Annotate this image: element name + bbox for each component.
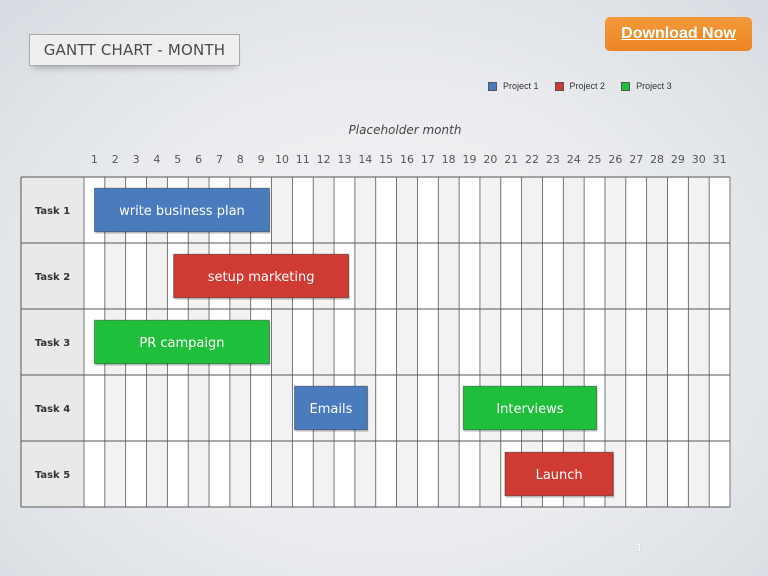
day-tick-label: 18	[442, 153, 456, 166]
day-tick-label: 15	[379, 153, 393, 166]
day-column	[688, 177, 710, 507]
day-tick-label: 10	[275, 153, 289, 166]
day-column	[292, 177, 314, 507]
day-tick-label: 30	[692, 153, 706, 166]
day-tick-label: 3	[133, 153, 140, 166]
task-bar-label: setup marketing	[208, 270, 315, 285]
day-tick-label: 13	[337, 153, 351, 166]
day-tick-label: 29	[671, 153, 685, 166]
task-label: Task 1	[35, 206, 70, 217]
day-tick-label: 4	[153, 153, 160, 166]
task-label: Task 5	[35, 470, 70, 481]
day-column	[354, 177, 376, 507]
day-tick-label: 2	[112, 153, 119, 166]
task-bar-label: write business plan	[119, 204, 245, 219]
day-tick-label: 12	[317, 153, 331, 166]
day-tick-label: 6	[195, 153, 202, 166]
task-label: Task 3	[35, 338, 70, 349]
day-tick-label: 16	[400, 153, 414, 166]
day-column	[667, 177, 689, 507]
day-tick-label: 27	[629, 153, 643, 166]
day-tick-label: 8	[237, 153, 244, 166]
day-tick-label: 21	[504, 153, 518, 166]
day-tick-label: 24	[567, 153, 581, 166]
day-tick-label: 19	[463, 153, 477, 166]
task-bar-label: Interviews	[496, 402, 563, 417]
day-column	[709, 177, 730, 507]
day-column	[459, 177, 480, 507]
day-tick-label: 31	[713, 153, 727, 166]
day-tick-label: 17	[421, 153, 435, 166]
day-column	[313, 177, 335, 507]
task-bar-label: Launch	[536, 468, 583, 483]
day-tick-label: 20	[483, 153, 497, 166]
gantt-chart: 1 2 3 4 5 6 7 8 9 10 11 12 13 14 15 16 17 18 19 20 21 22 23 24 2…	[20, 153, 731, 508]
day-tick-label: 1	[91, 153, 98, 166]
day-column	[438, 177, 460, 507]
day-column	[479, 177, 501, 507]
task-label: Task 2	[35, 272, 70, 283]
day-column	[396, 177, 418, 507]
day-tick-label: 28	[650, 153, 664, 166]
day-tick-label: 22	[525, 153, 539, 166]
day-tick-label: 23	[546, 153, 560, 166]
day-column	[375, 177, 397, 507]
page-number: 1	[636, 543, 643, 554]
day-tick-label: 5	[174, 153, 181, 166]
task-bar-label: PR campaign	[139, 336, 224, 351]
task-label: Task 4	[35, 404, 70, 415]
day-tick-label: 11	[296, 153, 310, 166]
day-column	[271, 177, 293, 507]
day-tick-label: 9	[258, 153, 265, 166]
task-bar-label: Emails	[310, 402, 353, 417]
day-tick-label: 25	[588, 153, 602, 166]
day-column	[646, 177, 668, 507]
day-column	[334, 177, 355, 507]
day-tick-label: 7	[216, 153, 223, 166]
day-column	[625, 177, 647, 507]
day-column	[417, 177, 439, 507]
day-tick-label: 26	[608, 153, 622, 166]
day-tick-label: 14	[358, 153, 372, 166]
